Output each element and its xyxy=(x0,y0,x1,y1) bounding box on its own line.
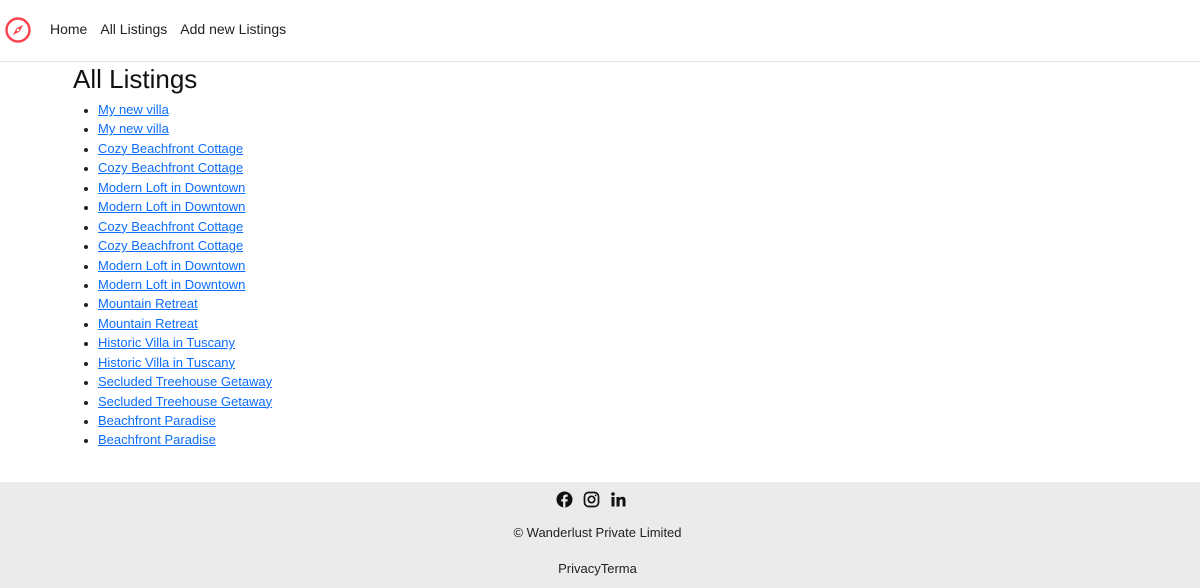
listing-link[interactable]: Mountain Retreat xyxy=(98,316,198,331)
nav-add-listing-link[interactable]: Add new Listings xyxy=(180,21,286,37)
listing-item: Modern Loft in Downtown xyxy=(98,256,272,275)
compass-icon[interactable] xyxy=(4,16,32,44)
privacy-link[interactable]: Privacy xyxy=(558,561,601,576)
page-title: All Listings xyxy=(73,64,198,94)
nav-all-listings-link[interactable]: All Listings xyxy=(100,21,167,37)
listing-link[interactable]: Secluded Treehouse Getaway xyxy=(98,394,272,409)
listing-link[interactable]: Modern Loft in Downtown xyxy=(98,180,245,195)
listing-item: Modern Loft in Downtown xyxy=(98,197,272,216)
listing-link[interactable]: Mountain Retreat xyxy=(98,296,198,311)
social-links xyxy=(556,491,627,508)
linkedin-icon[interactable] xyxy=(610,491,627,508)
listing-link[interactable]: Cozy Beachfront Cottage xyxy=(98,219,243,234)
listing-link[interactable]: Modern Loft in Downtown xyxy=(98,258,245,273)
nav-home-link[interactable]: Home xyxy=(50,21,87,37)
listing-link[interactable]: Cozy Beachfront Cottage xyxy=(98,238,243,253)
navbar: Home All Listings Add new Listings xyxy=(0,0,1200,62)
listing-item: My new villa xyxy=(98,119,272,138)
listing-item: Beachfront Paradise xyxy=(98,411,272,430)
listing-item: Beachfront Paradise xyxy=(98,430,272,449)
listing-item: Secluded Treehouse Getaway xyxy=(98,372,272,391)
listing-link[interactable]: Beachfront Paradise xyxy=(98,413,216,428)
copyright-text: © Wanderlust Private Limited xyxy=(513,525,682,540)
listings-list: My new villa My new villa Cozy Beachfront … xyxy=(98,100,272,450)
listing-item: Modern Loft in Downtown xyxy=(98,275,272,294)
listing-item: Historic Villa in Tuscany xyxy=(98,353,272,372)
terms-link[interactable]: Terma xyxy=(601,561,637,576)
legal-links: PrivacyTerma xyxy=(0,561,1195,576)
listing-item: Mountain Retreat xyxy=(98,314,272,333)
listing-item: Historic Villa in Tuscany xyxy=(98,333,272,352)
listing-link[interactable]: My new villa xyxy=(98,102,169,117)
listing-link[interactable]: Beachfront Paradise xyxy=(98,432,216,447)
listing-link[interactable]: Cozy Beachfront Cottage xyxy=(98,141,243,156)
listing-item: Modern Loft in Downtown xyxy=(98,178,272,197)
listing-item: Mountain Retreat xyxy=(98,294,272,313)
listing-item: Cozy Beachfront Cottage xyxy=(98,236,272,255)
nav-links: Home All Listings Add new Listings xyxy=(50,21,299,37)
listing-item: Cozy Beachfront Cottage xyxy=(98,158,272,177)
footer: © Wanderlust Private Limited PrivacyTerm… xyxy=(0,482,1200,588)
instagram-icon[interactable] xyxy=(583,491,600,508)
listing-item: Cozy Beachfront Cottage xyxy=(98,217,272,236)
listing-link[interactable]: Modern Loft in Downtown xyxy=(98,199,245,214)
listing-link[interactable]: My new villa xyxy=(98,121,169,136)
listing-link[interactable]: Modern Loft in Downtown xyxy=(98,277,245,292)
listing-link[interactable]: Secluded Treehouse Getaway xyxy=(98,374,272,389)
listing-item: Cozy Beachfront Cottage xyxy=(98,139,272,158)
listing-item: My new villa xyxy=(98,100,272,119)
listing-link[interactable]: Historic Villa in Tuscany xyxy=(98,335,235,350)
listing-item: Secluded Treehouse Getaway xyxy=(98,392,272,411)
listing-link[interactable]: Historic Villa in Tuscany xyxy=(98,355,235,370)
listing-link[interactable]: Cozy Beachfront Cottage xyxy=(98,160,243,175)
facebook-icon[interactable] xyxy=(556,491,573,508)
